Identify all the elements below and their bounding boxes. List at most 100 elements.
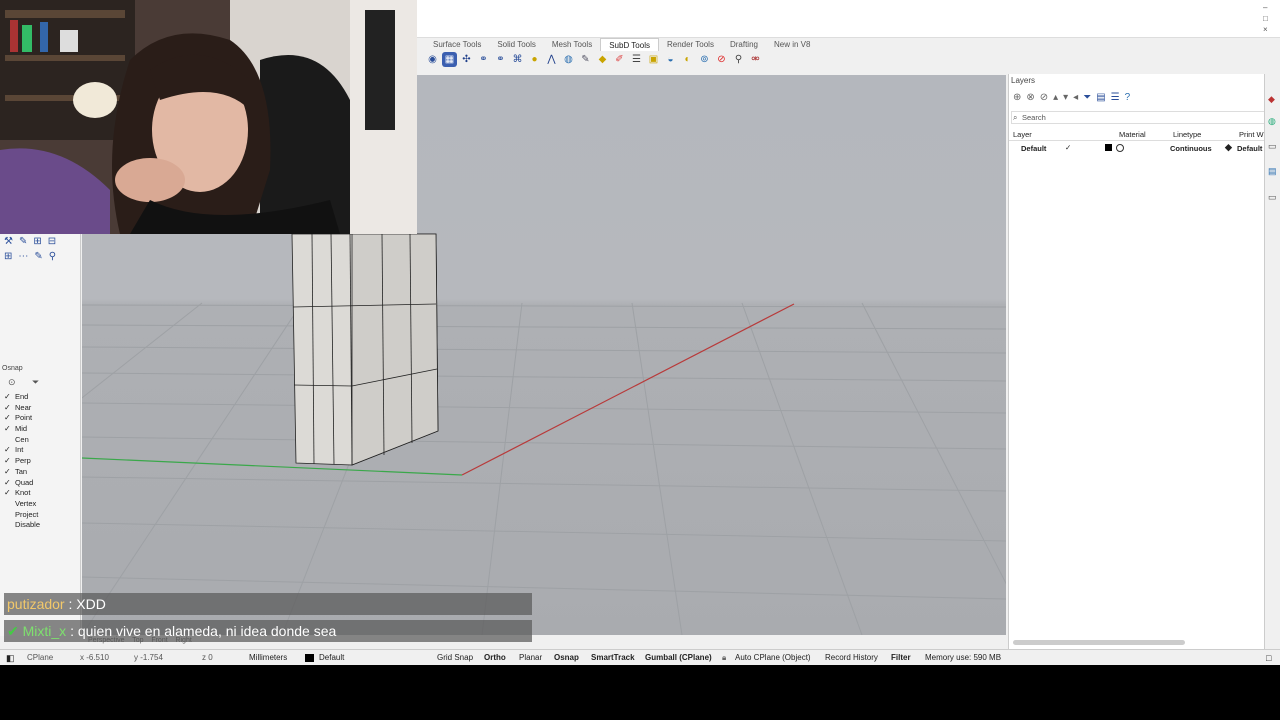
subd-mesh-icon[interactable]: ◒ <box>663 52 678 67</box>
chat-message-1: putizador : XDD <box>4 593 532 615</box>
osnap-checkbox[interactable]: ✓ <box>4 413 11 424</box>
osnap-checkbox[interactable]: ✓ <box>4 403 11 414</box>
status-units[interactable]: Millimeters <box>249 650 287 665</box>
layers-scrollbar[interactable] <box>1013 640 1185 645</box>
status-layer[interactable]: Default <box>319 650 344 665</box>
subd-pen-icon[interactable]: ✐ <box>612 52 627 67</box>
osnap-item-perp[interactable]: ✓ Perp <box>4 456 40 467</box>
osnap-item-near[interactable]: ✓ Near <box>4 403 40 414</box>
col-layer[interactable]: Layer <box>1013 130 1032 139</box>
osnap-item-vertex[interactable]: Vertex <box>4 499 40 510</box>
layer-row-default[interactable]: Default ✓ Continuous ◆ Default <box>1009 142 1265 154</box>
osnap-checkbox[interactable]: ✓ <box>4 445 11 456</box>
status-grid-snap[interactable]: Grid Snap <box>437 650 473 665</box>
status-panel-icon[interactable]: ◧ <box>6 650 15 665</box>
layer-material-icon[interactable] <box>1116 144 1124 152</box>
layer-linetype[interactable]: Continuous <box>1170 144 1212 153</box>
subd-list-icon[interactable]: ☰ <box>629 52 644 67</box>
layer-current-check[interactable]: ✓ <box>1065 143 1071 152</box>
status-filter[interactable]: Filter <box>891 650 911 665</box>
osnap-target-icon[interactable]: ⊙ <box>8 377 16 388</box>
subd-globe-icon[interactable]: ◍ <box>561 52 576 67</box>
render-tab-icon[interactable]: ◍ <box>1268 116 1276 127</box>
close-icon[interactable]: × <box>1263 26 1271 34</box>
tab-mesh-tools[interactable]: Mesh Tools <box>544 38 600 51</box>
osnap-list: ✓ End ✓ Near ✓ Point ✓ Mid Cen ✓ Int ✓ Perp ✓ Tan ✓ Quad… <box>4 392 40 531</box>
osnap-item-tan[interactable]: ✓ Tan <box>4 467 40 478</box>
status-ortho[interactable]: Ortho <box>484 650 506 665</box>
osnap-checkbox[interactable]: ✓ <box>4 456 11 467</box>
subd-unweld-icon[interactable]: ⚮ <box>748 52 763 67</box>
subd-torus-icon[interactable]: ⌘ <box>510 52 525 67</box>
osnap-item-end[interactable]: ✓ End <box>4 392 40 403</box>
subd-box-icon[interactable]: ✣ <box>459 52 474 67</box>
status-osnap[interactable]: Osnap <box>554 650 579 665</box>
osnap-filter-icon[interactable]: ⏷ <box>32 377 39 388</box>
layers-title: Layers <box>1011 76 1036 85</box>
library-tab-icon[interactable]: ▤ <box>1268 166 1277 177</box>
chat-message-2: ✔ Mixti_x : quien vive en alameda, ni id… <box>4 620 532 642</box>
subd-cylinder-icon[interactable]: ⚭ <box>476 52 491 67</box>
subd-moon-icon[interactable]: ◐ <box>680 52 695 67</box>
subd-weld-icon[interactable]: ⚲ <box>731 52 746 67</box>
col-linetype[interactable]: Linetype <box>1173 130 1201 139</box>
subd-loft-icon[interactable]: ◆ <box>595 52 610 67</box>
osnap-item-point[interactable]: ✓ Point <box>4 413 40 424</box>
tab-new-in-v8[interactable]: New in V8 <box>766 38 818 51</box>
sidebar-tool-icons-2[interactable]: ⊞⋯✎⚲ <box>4 251 62 262</box>
subd-cone-icon[interactable]: ⚭ <box>493 52 508 67</box>
tab-render-tools[interactable]: Render Tools <box>659 38 722 51</box>
osnap-item-project[interactable]: Project <box>4 510 40 521</box>
osnap-checkbox[interactable]: ✓ <box>4 488 11 499</box>
properties-tab-icon[interactable]: ◆ <box>1268 94 1275 105</box>
help-tab-icon[interactable]: ▭ <box>1268 192 1277 203</box>
status-auto-cplane[interactable]: Auto CPlane (Object) <box>735 650 811 665</box>
subd-ball-icon[interactable]: ● <box>527 52 542 67</box>
tab-surface-tools[interactable]: Surface Tools <box>425 38 489 51</box>
osnap-item-mid[interactable]: ✓ Mid <box>4 424 40 435</box>
subd-plane-icon[interactable]: ▦ <box>442 52 457 67</box>
status-smarttrack[interactable]: SmartTrack <box>591 650 635 665</box>
osnap-label: Mid <box>15 424 28 434</box>
subd-crease-icon[interactable]: ✎ <box>578 52 593 67</box>
osnap-checkbox[interactable]: ✓ <box>4 424 11 435</box>
layer-color-swatch[interactable] <box>1105 144 1112 151</box>
osnap-item-quad[interactable]: ✓ Quad <box>4 478 40 489</box>
osnap-item-knot[interactable]: ✓ Knot <box>4 488 40 499</box>
subd-sphere-icon[interactable]: ◉ <box>425 52 440 67</box>
status-gumball[interactable]: Gumball (CPlane) <box>645 650 712 665</box>
layers-toolbar-icons[interactable]: ⊕⊗⊘▴▾◂⏷▤☰? <box>1013 92 1135 103</box>
webcam-image <box>0 0 417 234</box>
osnap-item-cen[interactable]: Cen <box>4 435 40 446</box>
osnap-checkbox[interactable]: ✓ <box>4 478 11 489</box>
tab-solid-tools[interactable]: Solid Tools <box>489 38 544 51</box>
osnap-checkbox[interactable]: ✓ <box>4 392 11 403</box>
status-layer-swatch <box>305 654 314 662</box>
command-area[interactable]: – □ × <box>417 0 1280 38</box>
window-controls: – □ × <box>1260 4 1274 37</box>
subd-delete-icon[interactable]: ⊘ <box>714 52 729 67</box>
restore-icon[interactable]: □ <box>1263 15 1271 23</box>
col-print-width[interactable]: Print W <box>1239 130 1264 139</box>
osnap-checkbox[interactable]: ✓ <box>4 467 11 478</box>
tab-subd-tools[interactable]: SubD Tools <box>600 38 659 51</box>
status-maximize-icon[interactable]: □ <box>1266 650 1271 665</box>
layers-search-input[interactable]: Search <box>1011 111 1273 124</box>
status-planar[interactable]: Planar <box>519 650 542 665</box>
subd-cube-icon[interactable]: ▣ <box>646 52 661 67</box>
status-cplane[interactable]: CPlane <box>27 650 53 665</box>
tab-drafting[interactable]: Drafting <box>722 38 766 51</box>
osnap-item-int[interactable]: ✓ Int <box>4 445 40 456</box>
col-material[interactable]: Material <box>1119 130 1146 139</box>
layers-panel: Layers ⊕⊗⊘▴▾◂⏷▤☰? Search ⌕ Layer Materia… <box>1008 74 1273 649</box>
status-record-history[interactable]: Record History <box>825 650 878 665</box>
sidebar-tool-icons[interactable]: ⚒✎⊞⊟ <box>4 236 62 247</box>
osnap-item-disable[interactable]: Disable <box>4 520 40 531</box>
layer-print-width[interactable]: Default <box>1237 144 1262 153</box>
subd-merge-icon[interactable]: ⊚ <box>697 52 712 67</box>
display-tab-icon[interactable]: ▭ <box>1268 141 1277 152</box>
minimize-icon[interactable]: – <box>1263 4 1271 12</box>
verified-badge-icon: ✔ <box>7 623 19 639</box>
subd-extrude-icon[interactable]: ⋀ <box>544 52 559 67</box>
construction-grid <box>82 302 1006 635</box>
